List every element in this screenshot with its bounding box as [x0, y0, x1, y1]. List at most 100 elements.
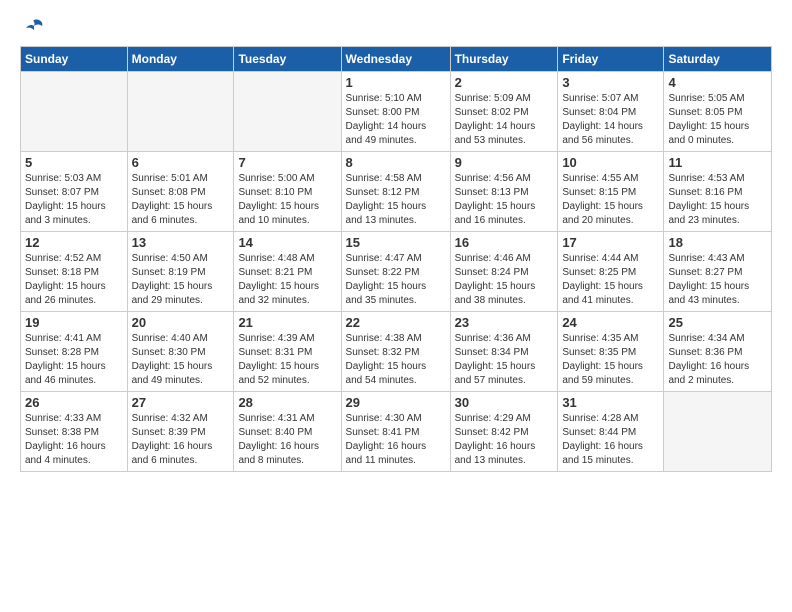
- calendar-header-row: SundayMondayTuesdayWednesdayThursdayFrid…: [21, 47, 772, 72]
- daylight-text: Daylight: 15 hours and 20 minutes.: [562, 200, 659, 228]
- day-number: 11: [668, 155, 767, 170]
- day-info: Sunrise: 4:41 AM Sunset: 8:28 PM Dayligh…: [25, 332, 123, 388]
- day-number: 7: [238, 155, 336, 170]
- day-info: Sunrise: 4:53 AM Sunset: 8:16 PM Dayligh…: [668, 172, 767, 228]
- sunrise-text: Sunrise: 4:43 AM: [668, 252, 767, 266]
- day-number: 13: [132, 235, 230, 250]
- calendar-day-cell: 2 Sunrise: 5:09 AM Sunset: 8:02 PM Dayli…: [450, 72, 558, 152]
- calendar-day-cell: [127, 72, 234, 152]
- sunset-text: Sunset: 8:31 PM: [238, 346, 336, 360]
- calendar-week-row: 26 Sunrise: 4:33 AM Sunset: 8:38 PM Dayl…: [21, 392, 772, 472]
- sunrise-text: Sunrise: 5:01 AM: [132, 172, 230, 186]
- day-info: Sunrise: 4:32 AM Sunset: 8:39 PM Dayligh…: [132, 412, 230, 468]
- daylight-text: Daylight: 16 hours and 13 minutes.: [455, 440, 554, 468]
- calendar-day-cell: 17 Sunrise: 4:44 AM Sunset: 8:25 PM Dayl…: [558, 232, 664, 312]
- sunrise-text: Sunrise: 4:52 AM: [25, 252, 123, 266]
- calendar-week-row: 19 Sunrise: 4:41 AM Sunset: 8:28 PM Dayl…: [21, 312, 772, 392]
- daylight-text: Daylight: 15 hours and 10 minutes.: [238, 200, 336, 228]
- calendar-day-cell: 27 Sunrise: 4:32 AM Sunset: 8:39 PM Dayl…: [127, 392, 234, 472]
- sunrise-text: Sunrise: 4:58 AM: [346, 172, 446, 186]
- calendar-day-cell: 26 Sunrise: 4:33 AM Sunset: 8:38 PM Dayl…: [21, 392, 128, 472]
- daylight-text: Daylight: 15 hours and 6 minutes.: [132, 200, 230, 228]
- day-number: 30: [455, 395, 554, 410]
- sunrise-text: Sunrise: 4:47 AM: [346, 252, 446, 266]
- daylight-text: Daylight: 15 hours and 46 minutes.: [25, 360, 123, 388]
- weekday-header-wednesday: Wednesday: [341, 47, 450, 72]
- sunrise-text: Sunrise: 4:46 AM: [455, 252, 554, 266]
- day-number: 5: [25, 155, 123, 170]
- daylight-text: Daylight: 15 hours and 59 minutes.: [562, 360, 659, 388]
- sunset-text: Sunset: 8:12 PM: [346, 186, 446, 200]
- sunset-text: Sunset: 8:18 PM: [25, 266, 123, 280]
- daylight-text: Daylight: 15 hours and 52 minutes.: [238, 360, 336, 388]
- day-info: Sunrise: 4:39 AM Sunset: 8:31 PM Dayligh…: [238, 332, 336, 388]
- day-info: Sunrise: 4:34 AM Sunset: 8:36 PM Dayligh…: [668, 332, 767, 388]
- sunset-text: Sunset: 8:05 PM: [668, 106, 767, 120]
- sunrise-text: Sunrise: 4:32 AM: [132, 412, 230, 426]
- calendar-day-cell: 10 Sunrise: 4:55 AM Sunset: 8:15 PM Dayl…: [558, 152, 664, 232]
- calendar-day-cell: 20 Sunrise: 4:40 AM Sunset: 8:30 PM Dayl…: [127, 312, 234, 392]
- sunrise-text: Sunrise: 4:33 AM: [25, 412, 123, 426]
- day-info: Sunrise: 4:38 AM Sunset: 8:32 PM Dayligh…: [346, 332, 446, 388]
- calendar-day-cell: 14 Sunrise: 4:48 AM Sunset: 8:21 PM Dayl…: [234, 232, 341, 312]
- day-info: Sunrise: 4:43 AM Sunset: 8:27 PM Dayligh…: [668, 252, 767, 308]
- calendar-day-cell: 31 Sunrise: 4:28 AM Sunset: 8:44 PM Dayl…: [558, 392, 664, 472]
- day-info: Sunrise: 4:47 AM Sunset: 8:22 PM Dayligh…: [346, 252, 446, 308]
- day-number: 6: [132, 155, 230, 170]
- calendar-day-cell: [21, 72, 128, 152]
- day-number: 23: [455, 315, 554, 330]
- calendar-day-cell: 12 Sunrise: 4:52 AM Sunset: 8:18 PM Dayl…: [21, 232, 128, 312]
- sunrise-text: Sunrise: 4:48 AM: [238, 252, 336, 266]
- logo: [20, 16, 46, 40]
- day-info: Sunrise: 4:33 AM Sunset: 8:38 PM Dayligh…: [25, 412, 123, 468]
- day-number: 8: [346, 155, 446, 170]
- daylight-text: Daylight: 16 hours and 6 minutes.: [132, 440, 230, 468]
- calendar-day-cell: [664, 392, 772, 472]
- sunset-text: Sunset: 8:30 PM: [132, 346, 230, 360]
- sunrise-text: Sunrise: 5:03 AM: [25, 172, 123, 186]
- day-number: 17: [562, 235, 659, 250]
- daylight-text: Daylight: 15 hours and 57 minutes.: [455, 360, 554, 388]
- sunrise-text: Sunrise: 4:56 AM: [455, 172, 554, 186]
- sunrise-text: Sunrise: 4:34 AM: [668, 332, 767, 346]
- day-info: Sunrise: 4:52 AM Sunset: 8:18 PM Dayligh…: [25, 252, 123, 308]
- weekday-header-monday: Monday: [127, 47, 234, 72]
- sunset-text: Sunset: 8:10 PM: [238, 186, 336, 200]
- sunrise-text: Sunrise: 4:36 AM: [455, 332, 554, 346]
- calendar-day-cell: 11 Sunrise: 4:53 AM Sunset: 8:16 PM Dayl…: [664, 152, 772, 232]
- day-number: 16: [455, 235, 554, 250]
- daylight-text: Daylight: 16 hours and 4 minutes.: [25, 440, 123, 468]
- sunset-text: Sunset: 8:02 PM: [455, 106, 554, 120]
- day-number: 12: [25, 235, 123, 250]
- calendar-week-row: 12 Sunrise: 4:52 AM Sunset: 8:18 PM Dayl…: [21, 232, 772, 312]
- sunset-text: Sunset: 8:36 PM: [668, 346, 767, 360]
- sunset-text: Sunset: 8:22 PM: [346, 266, 446, 280]
- day-info: Sunrise: 5:05 AM Sunset: 8:05 PM Dayligh…: [668, 92, 767, 148]
- calendar-day-cell: 6 Sunrise: 5:01 AM Sunset: 8:08 PM Dayli…: [127, 152, 234, 232]
- sunrise-text: Sunrise: 5:10 AM: [346, 92, 446, 106]
- day-info: Sunrise: 5:07 AM Sunset: 8:04 PM Dayligh…: [562, 92, 659, 148]
- sunset-text: Sunset: 8:24 PM: [455, 266, 554, 280]
- sunset-text: Sunset: 8:08 PM: [132, 186, 230, 200]
- day-info: Sunrise: 5:03 AM Sunset: 8:07 PM Dayligh…: [25, 172, 123, 228]
- day-info: Sunrise: 5:00 AM Sunset: 8:10 PM Dayligh…: [238, 172, 336, 228]
- calendar-day-cell: 30 Sunrise: 4:29 AM Sunset: 8:42 PM Dayl…: [450, 392, 558, 472]
- daylight-text: Daylight: 15 hours and 54 minutes.: [346, 360, 446, 388]
- daylight-text: Daylight: 15 hours and 3 minutes.: [25, 200, 123, 228]
- calendar-day-cell: 7 Sunrise: 5:00 AM Sunset: 8:10 PM Dayli…: [234, 152, 341, 232]
- sunset-text: Sunset: 8:19 PM: [132, 266, 230, 280]
- calendar-day-cell: 19 Sunrise: 4:41 AM Sunset: 8:28 PM Dayl…: [21, 312, 128, 392]
- logo-bird-icon: [22, 16, 46, 40]
- sunrise-text: Sunrise: 4:53 AM: [668, 172, 767, 186]
- day-info: Sunrise: 4:40 AM Sunset: 8:30 PM Dayligh…: [132, 332, 230, 388]
- sunset-text: Sunset: 8:40 PM: [238, 426, 336, 440]
- sunrise-text: Sunrise: 4:44 AM: [562, 252, 659, 266]
- day-info: Sunrise: 4:48 AM Sunset: 8:21 PM Dayligh…: [238, 252, 336, 308]
- day-info: Sunrise: 5:01 AM Sunset: 8:08 PM Dayligh…: [132, 172, 230, 228]
- daylight-text: Daylight: 15 hours and 29 minutes.: [132, 280, 230, 308]
- day-info: Sunrise: 4:44 AM Sunset: 8:25 PM Dayligh…: [562, 252, 659, 308]
- calendar-table: SundayMondayTuesdayWednesdayThursdayFrid…: [20, 46, 772, 472]
- day-number: 25: [668, 315, 767, 330]
- day-number: 1: [346, 75, 446, 90]
- day-number: 19: [25, 315, 123, 330]
